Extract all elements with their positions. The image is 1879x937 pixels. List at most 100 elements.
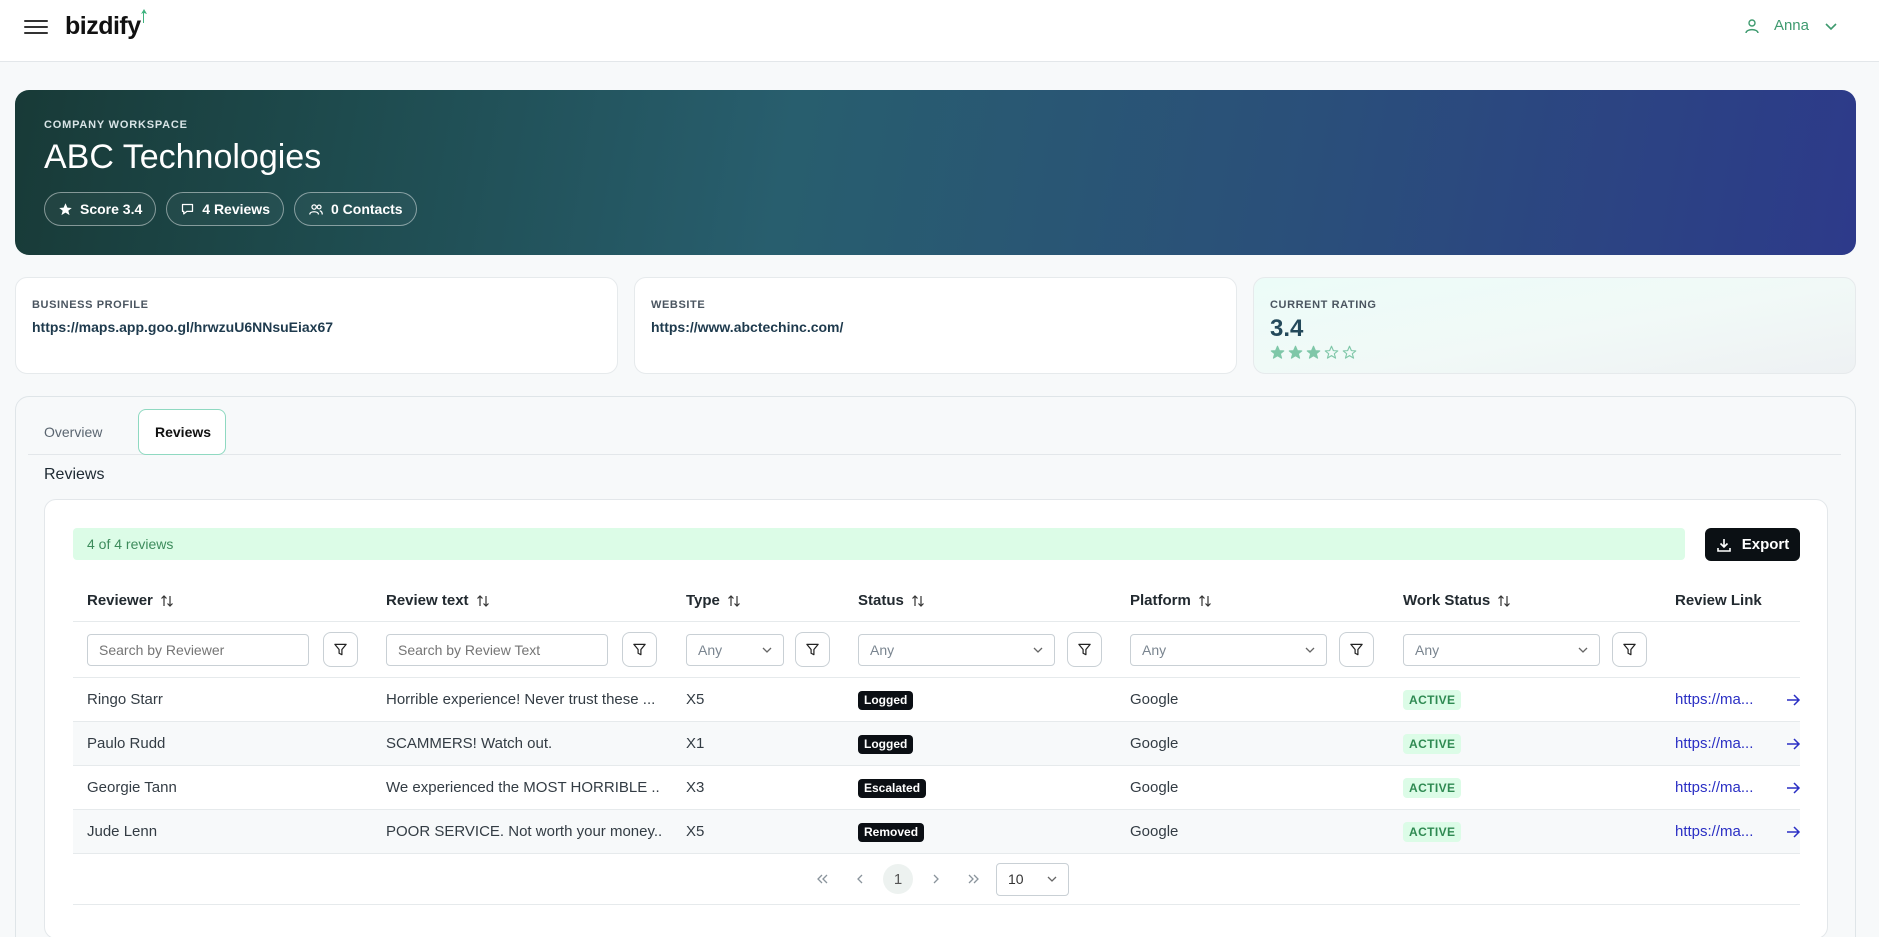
menu-icon[interactable] bbox=[24, 16, 48, 38]
contacts-chip-label: 0 Contacts bbox=[330, 201, 403, 217]
sort-icon bbox=[1198, 594, 1211, 607]
work-status-select[interactable]: Any bbox=[1403, 634, 1600, 666]
filter-icon bbox=[1623, 643, 1636, 656]
page-size-select[interactable]: 10 bbox=[996, 863, 1069, 896]
column-header-type[interactable]: Type bbox=[686, 592, 741, 609]
tab-overview[interactable]: Overview bbox=[28, 409, 118, 455]
download-icon bbox=[1716, 538, 1731, 552]
logo[interactable]: bizdify bbox=[65, 12, 141, 41]
website-label: WEBSITE bbox=[651, 299, 706, 311]
review-text-search-input[interactable] bbox=[386, 634, 608, 666]
platform-cell: Google bbox=[1130, 735, 1179, 752]
star-filled-icon bbox=[1270, 345, 1285, 359]
platform-cell: Google bbox=[1130, 823, 1179, 840]
review-text-cell: SCAMMERS! Watch out. bbox=[386, 735, 553, 752]
star-empty-icon bbox=[1342, 345, 1357, 359]
sort-icon bbox=[476, 594, 489, 607]
review-link[interactable]: https://ma... bbox=[1675, 810, 1753, 854]
divider bbox=[73, 621, 1800, 622]
reviewer-filter-button[interactable] bbox=[323, 632, 358, 667]
chat-icon bbox=[182, 203, 194, 214]
sort-icon bbox=[160, 594, 173, 607]
review-link[interactable]: https://ma... bbox=[1675, 722, 1753, 766]
double-chevron-left-icon bbox=[817, 874, 828, 884]
column-header-status[interactable]: Status bbox=[858, 592, 925, 609]
arrow-right-icon[interactable] bbox=[1785, 736, 1801, 752]
business-profile-label: BUSINESS PROFILE bbox=[32, 299, 149, 311]
company-title: ABC Technologies bbox=[44, 138, 322, 176]
reviewer-search-input[interactable] bbox=[87, 634, 309, 666]
star-filled-icon bbox=[1306, 345, 1321, 359]
filter-icon bbox=[334, 643, 347, 656]
chevron-down-icon bbox=[1047, 876, 1057, 882]
chevron-down-icon bbox=[762, 647, 772, 653]
arrow-right-icon[interactable] bbox=[1785, 824, 1801, 840]
type-filter-button[interactable] bbox=[795, 632, 830, 667]
reviewer-cell: Jude Lenn bbox=[87, 823, 158, 840]
website-link[interactable]: https://www.abctechinc.com/ bbox=[651, 319, 1220, 335]
platform-filter-button[interactable] bbox=[1339, 632, 1374, 667]
reviews-table-card: 4 of 4 reviews Export Reviewer Review te… bbox=[44, 499, 1828, 937]
arrow-right-icon[interactable] bbox=[1785, 780, 1801, 796]
website-card: WEBSITE https://www.abctechinc.com/ bbox=[634, 277, 1237, 374]
prev-page-button[interactable] bbox=[845, 864, 875, 894]
column-header-platform[interactable]: Platform bbox=[1130, 592, 1212, 609]
type-select-value: Any bbox=[698, 642, 723, 658]
table-row[interactable]: Ringo Starr Horrible experience! Never t… bbox=[73, 678, 1801, 722]
status-badge: Logged bbox=[858, 690, 914, 710]
type-cell: X5 bbox=[686, 823, 705, 840]
business-profile-link[interactable]: https://maps.app.goo.gl/hrwzuU6NNsuEiax6… bbox=[32, 319, 601, 335]
table-row[interactable]: Georgie Tann We experienced the MOST HOR… bbox=[73, 766, 1801, 810]
arrow-right-icon[interactable] bbox=[1785, 692, 1801, 708]
rating-stars bbox=[1270, 345, 1839, 360]
column-header-label: Type bbox=[686, 592, 720, 609]
column-header-review-text[interactable]: Review text bbox=[386, 592, 490, 609]
logo-leaf-icon bbox=[141, 9, 147, 23]
type-select[interactable]: Any bbox=[686, 634, 784, 666]
double-chevron-right-icon bbox=[968, 874, 979, 884]
divider bbox=[73, 904, 1800, 905]
star-icon bbox=[59, 202, 72, 215]
status-select[interactable]: Any bbox=[858, 634, 1055, 666]
export-button[interactable]: Export bbox=[1705, 528, 1800, 561]
work-status-select-value: Any bbox=[1415, 642, 1440, 658]
work-status-filter-button[interactable] bbox=[1612, 632, 1647, 667]
column-header-label: Review text bbox=[386, 592, 469, 609]
main-panel: Overview Reviews Reviews 4 of 4 reviews … bbox=[15, 396, 1856, 937]
filter-icon bbox=[1078, 643, 1091, 656]
review-link[interactable]: https://ma... bbox=[1675, 678, 1753, 722]
company-hero: COMPANY WORKSPACE ABC Technologies Score… bbox=[15, 90, 1856, 255]
platform-select[interactable]: Any bbox=[1130, 634, 1327, 666]
status-badge: Logged bbox=[858, 734, 914, 754]
column-header-reviewer[interactable]: Reviewer bbox=[87, 592, 174, 609]
work-status-badge: ACTIVE bbox=[1403, 690, 1462, 711]
column-header-label: Status bbox=[858, 592, 904, 609]
star-filled-icon bbox=[1288, 345, 1303, 359]
page-button-current[interactable]: 1 bbox=[883, 864, 913, 894]
next-page-button[interactable] bbox=[921, 864, 951, 894]
type-cell: X1 bbox=[686, 735, 705, 752]
chevron-right-icon bbox=[933, 874, 939, 884]
review-text-filter-button[interactable] bbox=[622, 632, 657, 667]
work-status-badge: ACTIVE bbox=[1403, 778, 1462, 799]
pagination: 1 10 bbox=[45, 860, 1827, 900]
tab-reviews[interactable]: Reviews bbox=[138, 409, 226, 455]
review-text-cell: Horrible experience! Never trust these .… bbox=[386, 691, 656, 708]
column-header-label: Platform bbox=[1130, 592, 1191, 609]
first-page-button[interactable] bbox=[807, 864, 837, 894]
review-link[interactable]: https://ma... bbox=[1675, 766, 1753, 810]
user-icon bbox=[1745, 18, 1759, 33]
work-status-badge: ACTIVE bbox=[1403, 734, 1462, 755]
status-filter-button[interactable] bbox=[1067, 632, 1102, 667]
column-header-work-status[interactable]: Work Status bbox=[1403, 592, 1511, 609]
status-select-value: Any bbox=[870, 642, 895, 658]
chevron-down-icon bbox=[1305, 647, 1315, 653]
business-profile-card: BUSINESS PROFILE https://maps.app.goo.gl… bbox=[15, 277, 618, 374]
review-count: 4 of 4 reviews bbox=[73, 528, 1685, 560]
status-badge: Removed bbox=[858, 822, 925, 842]
last-page-button[interactable] bbox=[959, 864, 989, 894]
table-row[interactable]: Jude Lenn POOR SERVICE. Not worth your m… bbox=[73, 810, 1801, 854]
table-row[interactable]: Paulo Rudd SCAMMERS! Watch out. X1 Logge… bbox=[73, 722, 1801, 766]
user-menu[interactable]: Anna bbox=[1744, 17, 1839, 34]
current-rating-label: CURRENT RATING bbox=[1270, 299, 1377, 311]
